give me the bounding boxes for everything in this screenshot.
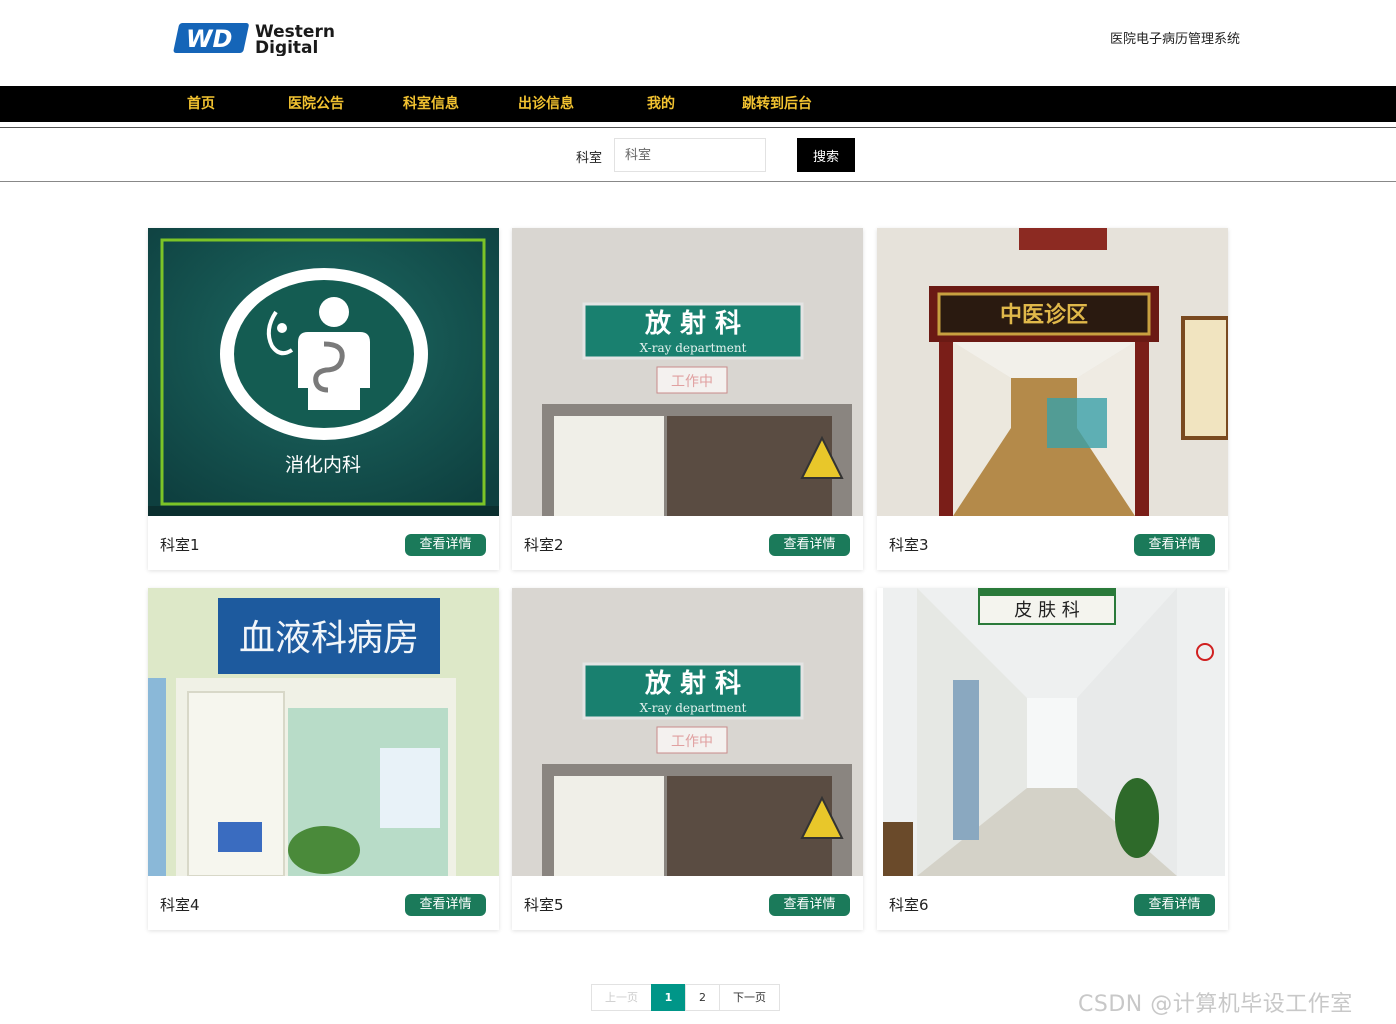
- view-details-button[interactable]: 查看详情: [405, 894, 486, 916]
- department-card: 皮 肤 科 科室6 查看详情: [877, 588, 1228, 930]
- svg-text:放 射 科: 放 射 科: [644, 668, 741, 699]
- view-details-button[interactable]: 查看详情: [1134, 894, 1215, 916]
- csdn-watermark: CSDN @计算机毕设工作室: [1078, 992, 1353, 1017]
- next-page-button[interactable]: 下一页: [719, 984, 780, 1011]
- nav-item-schedule[interactable]: 出诊信息: [506, 86, 586, 122]
- department-image[interactable]: 放 射 科 X-ray department 工作中: [512, 588, 863, 876]
- main-nav: 首页 医院公告 科室信息 出诊信息 我的 跳转到后台: [0, 86, 1396, 122]
- department-image[interactable]: 皮 肤 科: [877, 588, 1228, 876]
- svg-text:皮 肤 科: 皮 肤 科: [1014, 600, 1079, 621]
- page-2-button[interactable]: 2: [685, 984, 720, 1011]
- svg-text:血液科病房: 血液科病房: [239, 618, 419, 659]
- department-image[interactable]: 中医诊区: [877, 228, 1228, 516]
- svg-text:X-ray department: X-ray department: [640, 341, 747, 355]
- svg-text:消化内科: 消化内科: [285, 454, 361, 476]
- department-name: 科室5: [524, 896, 564, 914]
- department-card: 血液科病房 科室4 查看详情: [148, 588, 499, 930]
- svg-text:Digital: Digital: [255, 38, 318, 56]
- department-image[interactable]: 血液科病房: [148, 588, 499, 876]
- department-name: 科室6: [889, 896, 929, 914]
- svg-text:中医诊区: 中医诊区: [1000, 302, 1088, 328]
- view-details-button[interactable]: 查看详情: [769, 894, 850, 916]
- view-details-button[interactable]: 查看详情: [405, 534, 486, 556]
- header: WD Western Digital 医院电子病历管理系统: [0, 0, 1396, 86]
- department-card: 中医诊区 科室3 查看详情: [877, 228, 1228, 570]
- nav-item-announcements[interactable]: 医院公告: [276, 86, 356, 122]
- svg-text:X-ray department: X-ray department: [640, 701, 747, 715]
- nav-item-admin[interactable]: 跳转到后台: [736, 86, 818, 122]
- department-search-input[interactable]: [614, 138, 766, 172]
- nav-item-departments[interactable]: 科室信息: [391, 86, 471, 122]
- department-image[interactable]: 放 射 科 X-ray department 工作中: [512, 228, 863, 516]
- department-card: 放 射 科 X-ray department 工作中 科室2 查看详情: [512, 228, 863, 570]
- search-label: 科室: [576, 151, 603, 166]
- svg-text:WD: WD: [186, 25, 232, 53]
- department-name: 科室3: [889, 536, 929, 554]
- svg-text:工作中: 工作中: [671, 734, 713, 750]
- svg-text:放 射 科: 放 射 科: [644, 308, 741, 339]
- department-name: 科室4: [160, 896, 200, 914]
- view-details-button[interactable]: 查看详情: [1134, 534, 1215, 556]
- pagination: 上一页 1 2 下一页: [591, 984, 780, 1011]
- page-1-button[interactable]: 1: [651, 984, 686, 1011]
- svg-text:工作中: 工作中: [671, 374, 713, 390]
- prev-page-button[interactable]: 上一页: [591, 984, 652, 1011]
- department-name: 科室1: [160, 536, 200, 554]
- department-card: 放 射 科 X-ray department 工作中 科室5 查看详情: [512, 588, 863, 930]
- search-button[interactable]: 搜索: [797, 138, 855, 172]
- department-name: 科室2: [524, 536, 564, 554]
- search-bar: 科室 搜索: [0, 128, 1396, 182]
- nav-item-mine[interactable]: 我的: [621, 86, 701, 122]
- department-card: 消化内科 科室1 查看详情: [148, 228, 499, 570]
- department-image[interactable]: 消化内科: [148, 228, 499, 516]
- view-details-button[interactable]: 查看详情: [769, 534, 850, 556]
- western-digital-logo[interactable]: WD Western Digital: [172, 20, 344, 58]
- nav-item-home[interactable]: 首页: [161, 86, 241, 122]
- site-title: 医院电子病历管理系统: [1110, 32, 1241, 47]
